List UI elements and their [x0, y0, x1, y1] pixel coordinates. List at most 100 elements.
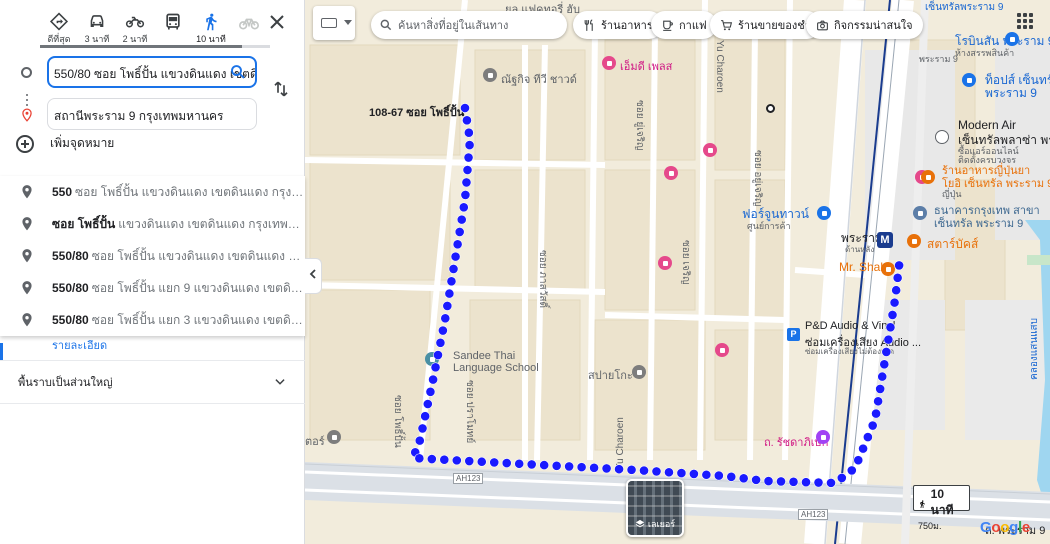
chip-attractions[interactable]: กิจกรรมน่าสนใจ — [806, 11, 923, 39]
route-dot — [862, 432, 873, 442]
keyboard-input-button[interactable] — [313, 6, 355, 40]
suggestion-main: ซอย โพธิ์ปั้น — [52, 216, 116, 231]
destination-row: สถานีพระราม 9 กรุงเทพมหานคร — [16, 98, 296, 134]
chip-label: กิจกรรมน่าสนใจ — [834, 20, 913, 32]
route-dot — [626, 464, 637, 475]
walking-icon — [206, 13, 217, 31]
route-dot — [428, 374, 438, 385]
route-dot — [853, 455, 864, 466]
chip-coffee[interactable]: กาแฟ — [651, 11, 717, 39]
suggestion-item[interactable]: 550/80 ซอย โพธิ์ปั้น แยก 3 แขวงดินแดง เข… — [0, 304, 305, 336]
route-dot — [689, 469, 699, 479]
layers-button[interactable]: เลเยอร์ — [626, 479, 684, 537]
route-dot — [448, 264, 459, 274]
route-dot — [437, 325, 448, 336]
location-pin-icon — [22, 217, 32, 231]
route-dot — [450, 251, 461, 262]
search-along-route-input[interactable]: ค้นหาสิ่งที่อยู่ในเส้นทาง — [371, 11, 567, 39]
search-icon — [380, 19, 392, 31]
route-dot — [801, 477, 811, 488]
route-dot — [460, 190, 471, 200]
map-canvas[interactable]: AH123 AH123 Yu Charoen Yu Charoen ซอย ยู… — [305, 0, 1050, 544]
directions-panel: ดีที่สุด 3 นาที 2 นาที 10 นาที 550/80 ซอ… — [0, 0, 305, 544]
route-dot — [889, 297, 900, 308]
route-dot — [614, 464, 624, 475]
location-pin-icon — [22, 281, 32, 295]
add-icon — [16, 134, 34, 153]
mode-cycling[interactable] — [230, 8, 268, 46]
route-dot — [875, 384, 886, 394]
bicycle-icon — [239, 18, 259, 30]
mode-driving[interactable]: 3 นาที — [78, 8, 116, 46]
route-dot — [425, 386, 436, 397]
route-dot — [892, 272, 903, 283]
terrain-section[interactable]: พื้นราบเป็นส่วนใหญ่ — [0, 360, 305, 404]
origin-row: 550/80 ซอย โพธิ์ปั้น แขวงดินแดง เขตดิน — [16, 56, 296, 92]
route-dot — [514, 458, 525, 469]
route-dot — [826, 477, 836, 488]
route-dot — [894, 260, 905, 271]
mode-transit[interactable] — [154, 8, 192, 46]
route-dot — [420, 411, 431, 422]
route-dot — [867, 420, 878, 431]
route-dot — [463, 127, 474, 138]
layers-icon — [635, 519, 645, 528]
route-duration-callout[interactable]: 10 นาที 750ม. — [913, 485, 970, 531]
route-dot — [435, 337, 446, 348]
mode-motorcycle[interactable]: 2 นาที — [116, 8, 154, 46]
close-directions-button[interactable] — [266, 12, 288, 34]
suggestion-main: 550/80 — [52, 249, 89, 263]
mode-label: 3 นาที — [84, 34, 110, 44]
route-dot — [551, 460, 562, 471]
suggestion-secondary: แขวงดินแดง เขตดินแดง กรุงเทพมหานคร 1... — [118, 216, 305, 231]
suggestion-item[interactable]: ซอย โพธิ์ปั้น แขวงดินแดง เขตดินแดง กรุงเ… — [0, 208, 305, 240]
mode-best[interactable]: ดีที่สุด — [40, 8, 78, 46]
route-dot — [456, 214, 467, 225]
diamond-route-icon — [49, 12, 69, 31]
route-dot — [883, 334, 894, 345]
add-destination-button[interactable]: เพิ่มจุดหมาย — [16, 134, 114, 153]
destination-input[interactable]: สถานีพระราม 9 กรุงเทพมหานคร — [47, 98, 257, 130]
collapse-panel-button[interactable] — [305, 258, 322, 294]
walking-route — [410, 103, 905, 488]
mode-walking[interactable]: 10 นาที — [192, 8, 230, 46]
origin-circle-icon — [20, 66, 34, 80]
suggestion-main: 550/80 — [52, 313, 89, 327]
chip-grocery[interactable]: ร้านขายของชำ — [710, 11, 821, 39]
destination-pin-icon — [22, 108, 32, 122]
origin-input[interactable]: 550/80 ซอย โพธิ์ปั้น แขวงดินแดง เขตดิน — [47, 56, 257, 88]
suggestion-secondary: ซอย โพธิ์ปั้น แขวงดินแดง เขตดินแดง กรุงเ… — [75, 184, 305, 199]
route-dot — [676, 468, 687, 478]
suggestion-item[interactable]: 550 ซอย โพธิ์ปั้น แขวงดินแดง เขตดินแดง ก… — [0, 176, 305, 208]
coffee-cup-icon — [663, 20, 673, 31]
route-dot — [414, 453, 425, 464]
route-dot — [858, 443, 868, 454]
walk-distance: 750ม. — [918, 521, 942, 531]
walking-icon — [920, 499, 925, 508]
chip-restaurants[interactable]: ร้านอาหาร — [573, 11, 663, 39]
search-icon[interactable] — [229, 63, 247, 81]
route-dot — [601, 463, 612, 474]
route-dot — [846, 465, 857, 476]
route-dot — [422, 399, 433, 409]
mode-label: 10 นาที — [196, 34, 226, 44]
suggestion-item[interactable]: 550/80 ซอย โพธิ์ปั้น แยก 9 แขวงดินแดง เข… — [0, 272, 305, 304]
layers-label: เลเยอร์ — [647, 519, 676, 529]
details-link[interactable]: รายละเอียด — [52, 340, 107, 354]
route-start-marker[interactable] — [766, 104, 775, 113]
route-dot — [462, 115, 472, 126]
route-dot — [501, 458, 512, 468]
google-logo: Google — [980, 519, 1030, 536]
route-dot — [433, 350, 443, 360]
route-dot — [430, 362, 441, 373]
swap-icon[interactable] — [272, 80, 290, 98]
route-dot — [751, 474, 761, 485]
chip-label: กาแฟ — [679, 20, 707, 32]
bus-icon — [166, 13, 180, 30]
suggestion-item[interactable]: 550/80 ซอย โพธิ์ปั้น แขวงดินแดง เขตดินแด… — [0, 240, 305, 272]
apps-grid-icon[interactable] — [1017, 13, 1033, 29]
close-icon — [270, 15, 284, 29]
route-dot — [738, 473, 749, 484]
search-placeholder: ค้นหาสิ่งที่อยู่ในเส้นทาง — [398, 20, 509, 32]
route-dot — [426, 454, 437, 464]
